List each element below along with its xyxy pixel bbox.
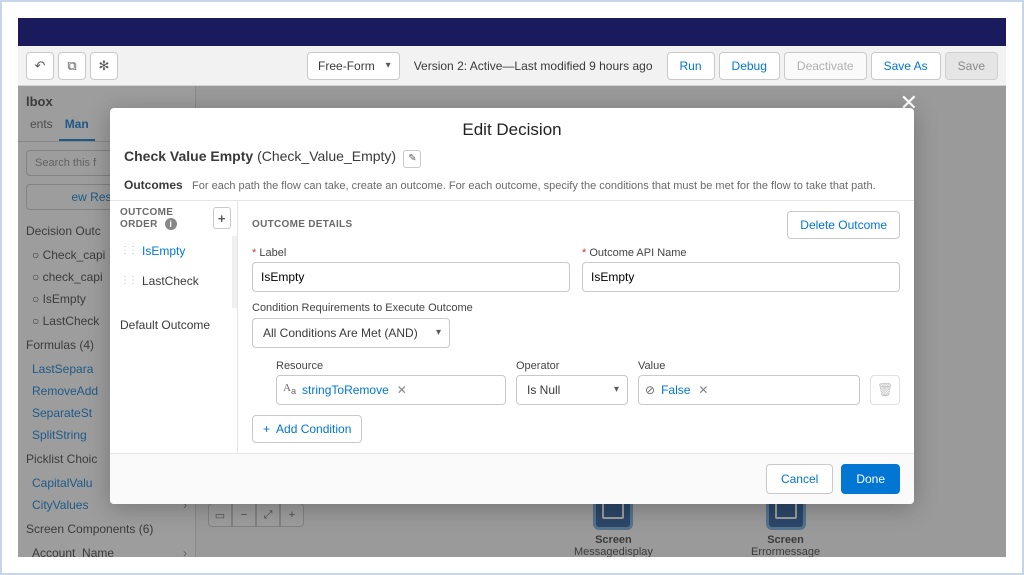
decision-name: Check Value Empty (Check_Value_Empty) — [124, 148, 396, 164]
done-button[interactable]: Done — [841, 464, 900, 494]
save-button[interactable]: Save — [945, 52, 998, 80]
outcome-order-panel: OUTCOME ORDER i + ⋮⋮IsEmpty ⋮⋮LastCheck … — [110, 201, 238, 453]
api-name-label: Outcome API Name — [582, 247, 900, 259]
edit-pencil-icon[interactable]: ✎ — [403, 150, 421, 168]
resource-label: Resource — [276, 360, 506, 372]
drag-handle-icon[interactable]: ⋮⋮ — [120, 245, 136, 256]
clear-icon[interactable]: ✕ — [397, 383, 407, 397]
clear-icon[interactable]: ✕ — [698, 383, 708, 397]
operator-select[interactable]: Is Null — [516, 375, 628, 405]
deactivate-button: Deactivate — [784, 52, 867, 80]
label-field-label: Label — [252, 247, 570, 259]
version-text: Version 2: Active—Last modified 9 hours … — [404, 59, 663, 73]
condition-requirements-label: Condition Requirements to Execute Outcom… — [252, 302, 900, 314]
copy-button[interactable]: ⧉ — [58, 52, 86, 80]
outcome-item-isempty[interactable]: ⋮⋮IsEmpty — [110, 236, 232, 266]
global-nav — [18, 18, 1006, 46]
condition-row: Resource Aa stringToRemove ✕ Operator Is… — [252, 360, 900, 405]
outcomes-help: For each path the flow can take, create … — [192, 180, 876, 192]
outcome-details-label: OUTCOME DETAILS — [252, 219, 352, 230]
delete-condition-button: 🗑 — [870, 375, 900, 405]
outcome-item-lastcheck[interactable]: ⋮⋮LastCheck — [110, 266, 232, 296]
outcome-item-default[interactable]: Default Outcome — [110, 308, 237, 342]
settings-button[interactable]: ✻ — [90, 52, 118, 80]
delete-outcome-button[interactable]: Delete Outcome — [787, 211, 900, 239]
layout-mode-select[interactable]: Free-Form — [307, 52, 400, 80]
modal-title: Edit Decision — [110, 108, 914, 148]
value-input[interactable]: ⊘ False ✕ — [638, 375, 860, 405]
info-icon[interactable]: i — [165, 218, 177, 230]
cancel-button[interactable]: Cancel — [766, 464, 833, 494]
add-condition-button[interactable]: +Add Condition — [252, 415, 362, 443]
plus-icon: + — [263, 422, 270, 436]
saveas-button[interactable]: Save As — [871, 52, 941, 80]
outcome-api-input[interactable] — [582, 262, 900, 292]
run-button[interactable]: Run — [667, 52, 715, 80]
builder-toolbar: ↶ ⧉ ✻ Free-Form Version 2: Active—Last m… — [18, 46, 1006, 86]
formula-type-icon: Aa — [283, 382, 296, 396]
add-outcome-button[interactable]: + — [213, 207, 231, 229]
operator-label: Operator — [516, 360, 628, 372]
outcomes-heading: Outcomes — [124, 178, 183, 192]
drag-handle-icon[interactable]: ⋮⋮ — [120, 275, 136, 286]
edit-decision-modal: Edit Decision Check Value Empty (Check_V… — [110, 108, 914, 504]
condition-requirements-select[interactable]: All Conditions Are Met (AND) — [252, 318, 450, 348]
global-constant-icon: ⊘ — [645, 383, 655, 397]
value-label: Value — [638, 360, 860, 372]
debug-button[interactable]: Debug — [719, 52, 780, 80]
undo-button[interactable]: ↶ — [26, 52, 54, 80]
outcome-details-panel: OUTCOME DETAILS Delete Outcome Label Out… — [238, 201, 914, 453]
outcome-label-input[interactable] — [252, 262, 570, 292]
resource-input[interactable]: Aa stringToRemove ✕ — [276, 375, 506, 405]
